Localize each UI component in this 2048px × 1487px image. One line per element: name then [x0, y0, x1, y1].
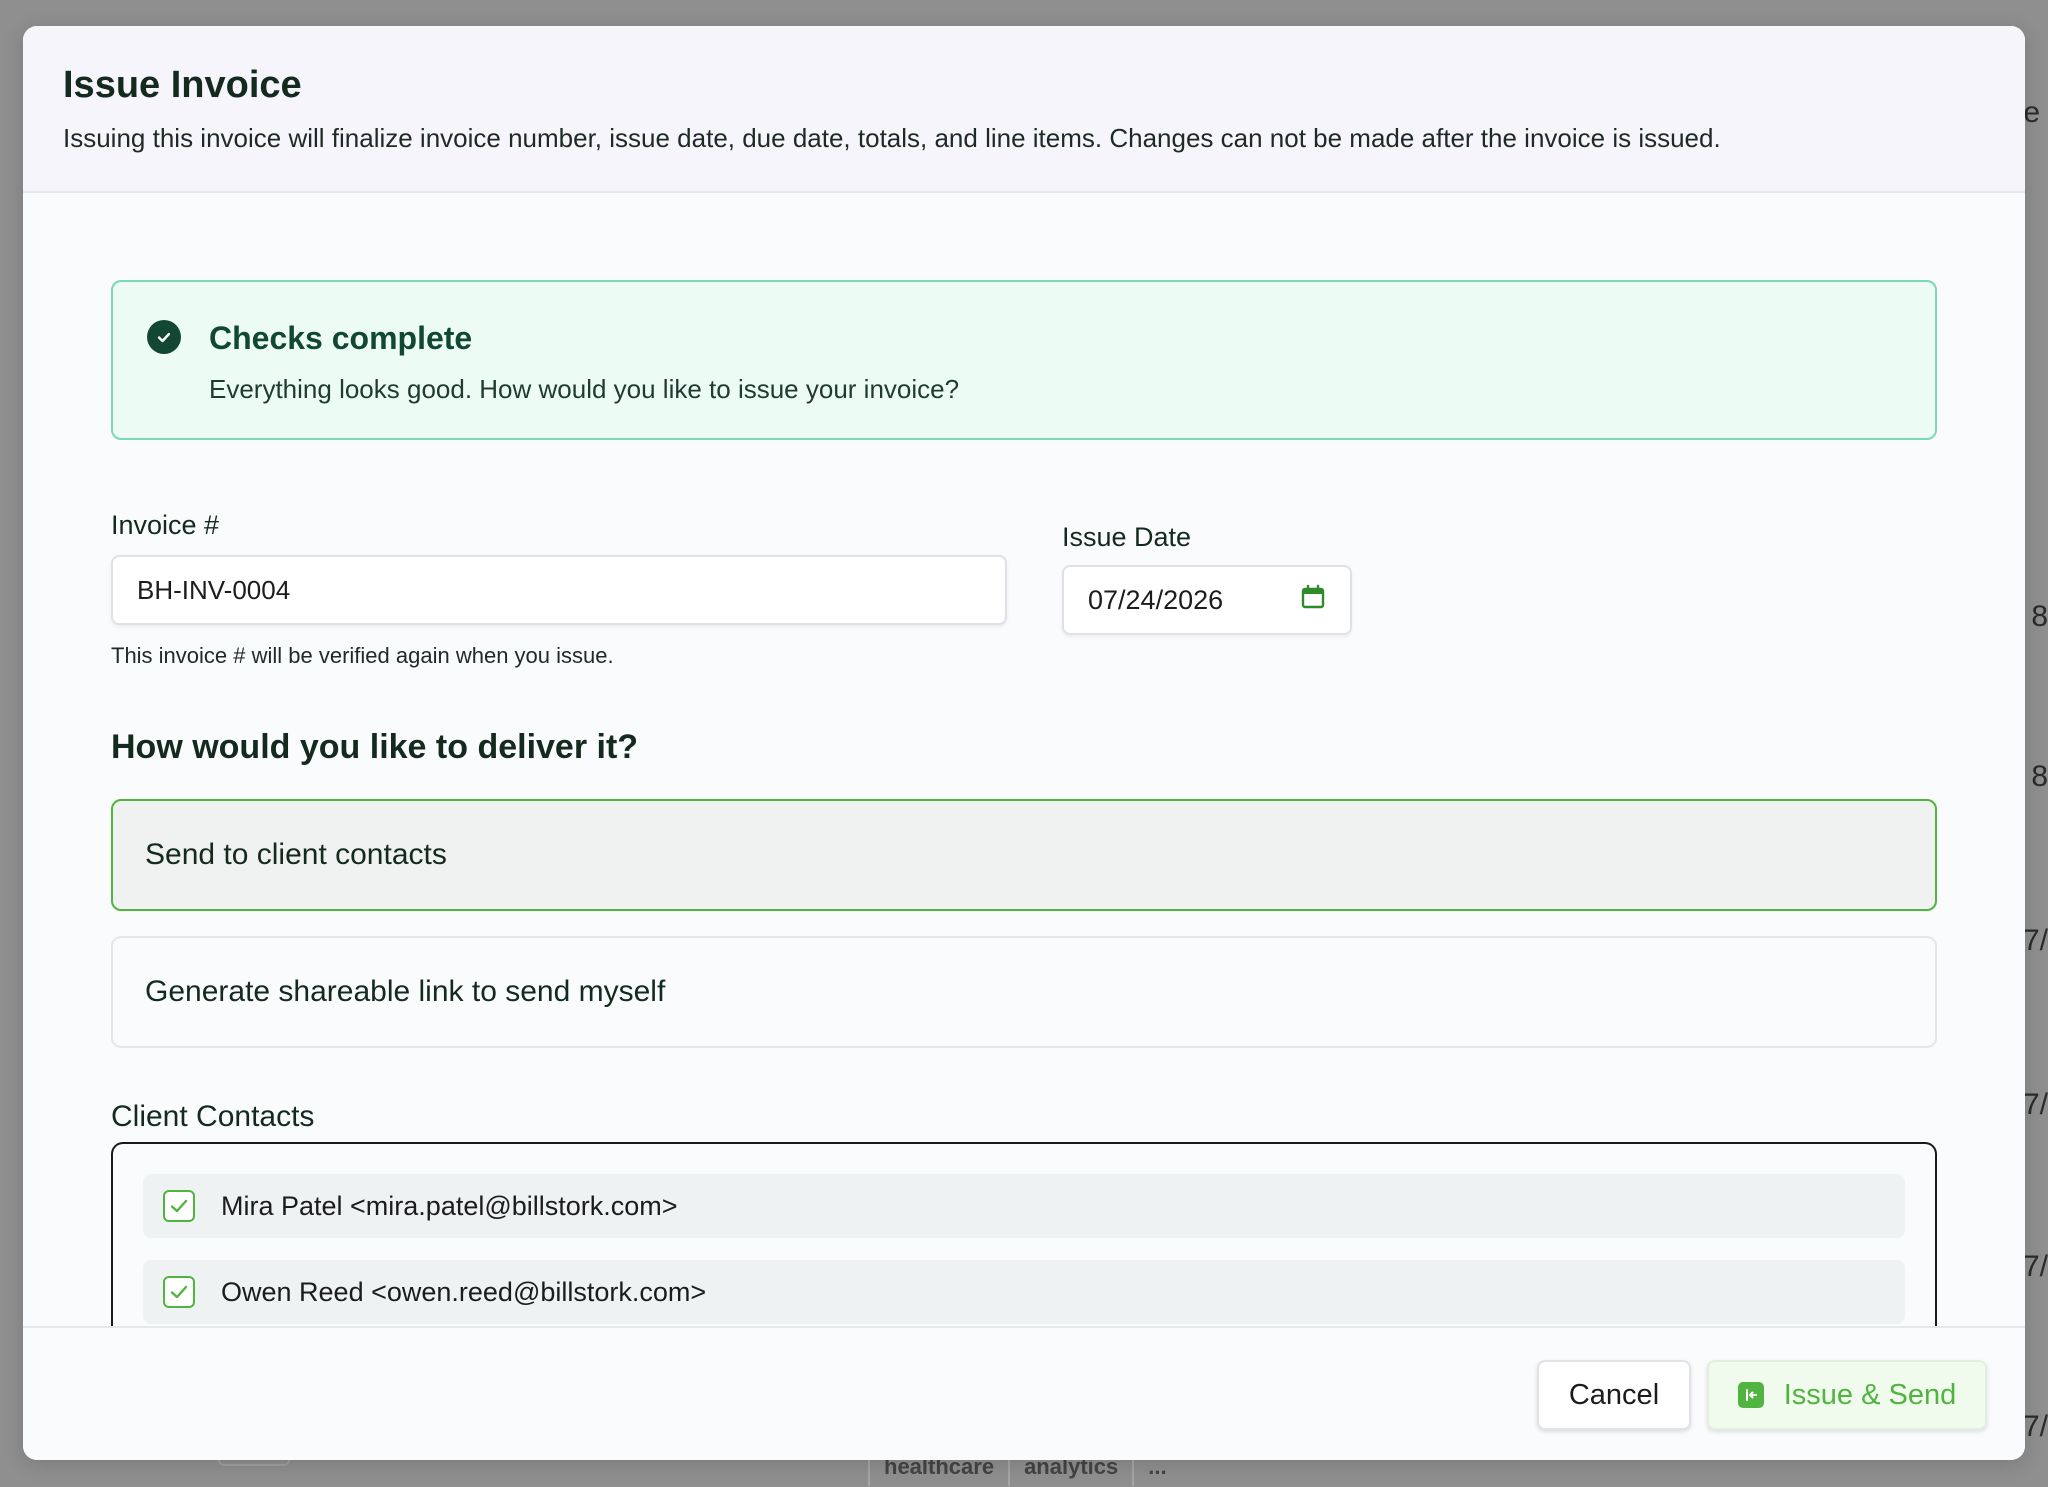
- modal-body: Checks complete Everything looks good. H…: [111, 280, 1937, 1372]
- invoice-number-label: Invoice #: [111, 510, 220, 540]
- contact-label: Owen Reed <owen.reed@billstork.com>: [221, 1276, 707, 1307]
- delivery-section-title: How would you like to deliver it?: [111, 728, 639, 766]
- modal-footer: Cancel Issue & Send: [23, 1326, 2025, 1460]
- delivery-option-shareable-link[interactable]: Generate shareable link to send myself: [111, 936, 1937, 1048]
- background-text: e: [2023, 96, 2040, 129]
- issue-date-input[interactable]: 07/24/2026: [1062, 565, 1352, 635]
- contact-checkbox[interactable]: [163, 1276, 195, 1308]
- background-text: 7/: [2022, 1088, 2048, 1121]
- background-text: 8: [2031, 760, 2048, 793]
- issue-send-icon: [1737, 1382, 1764, 1408]
- delivery-option-send-to-contacts[interactable]: Send to client contacts: [111, 799, 1937, 911]
- delivery-option-label: Send to client contacts: [145, 838, 447, 871]
- issue-and-send-label: Issue & Send: [1783, 1378, 1957, 1411]
- modal-title: Issue Invoice: [63, 64, 302, 106]
- calendar-icon[interactable]: [1300, 584, 1326, 617]
- issue-date-value: 07/24/2026: [1088, 584, 1224, 615]
- issue-date-field: Issue Date 07/24/2026: [1062, 522, 1352, 635]
- checks-complete-alert: Checks complete Everything looks good. H…: [111, 280, 1937, 440]
- client-contacts-label: Client Contacts: [111, 1100, 315, 1133]
- issue-invoice-modal: Issue Invoice Issuing this invoice will …: [23, 26, 2025, 1460]
- cancel-button[interactable]: Cancel: [1537, 1360, 1691, 1430]
- background-text: 7/: [2022, 1410, 2048, 1443]
- issue-and-send-button[interactable]: Issue & Send: [1707, 1360, 1987, 1430]
- issue-date-label: Issue Date: [1062, 522, 1192, 552]
- check-circle-icon: [147, 320, 181, 354]
- contact-row[interactable]: Mira Patel <mira.patel@billstork.com>: [143, 1174, 1905, 1238]
- invoice-number-input[interactable]: BH-INV-0004: [111, 555, 1007, 625]
- modal-description: Issuing this invoice will finalize invoi…: [63, 123, 1721, 153]
- delivery-option-label: Generate shareable link to send myself: [145, 975, 666, 1008]
- invoice-number-hint: This invoice # will be verified again wh…: [111, 643, 614, 668]
- alert-text: Everything looks good. How would you lik…: [209, 374, 960, 404]
- contact-row[interactable]: Owen Reed <owen.reed@billstork.com>: [143, 1260, 1905, 1324]
- background-text: 7/: [2022, 1250, 2048, 1283]
- invoice-number-field: Invoice # BH-INV-0004 This invoice # wil…: [111, 510, 1007, 669]
- background-text: 8: [2031, 600, 2048, 633]
- alert-title: Checks complete: [209, 320, 473, 356]
- contact-checkbox[interactable]: [163, 1190, 195, 1222]
- modal-header: Issue Invoice Issuing this invoice will …: [23, 26, 2025, 193]
- contact-label: Mira Patel <mira.patel@billstork.com>: [221, 1190, 678, 1221]
- background-text: 7/: [2022, 924, 2048, 957]
